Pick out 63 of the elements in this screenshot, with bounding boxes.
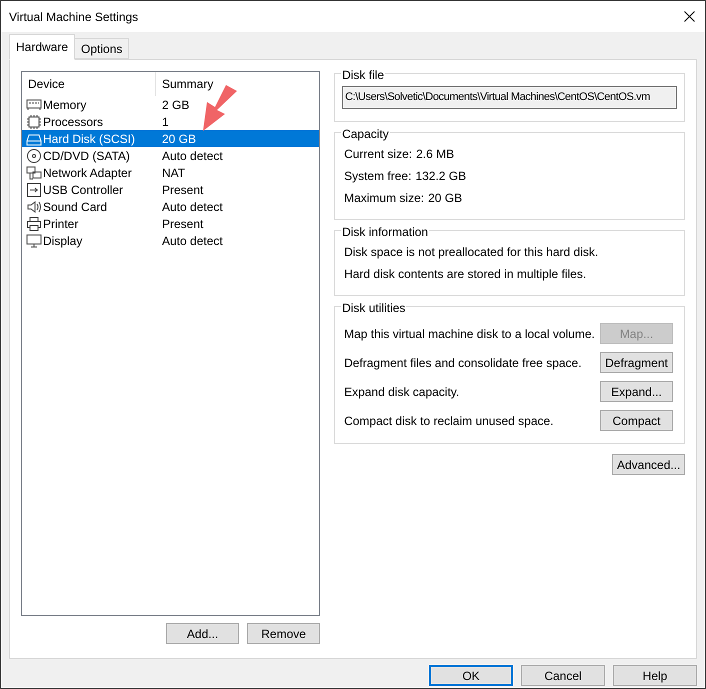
monitor-icon bbox=[26, 232, 42, 248]
device-name: CD/DVD (SATA) bbox=[43, 148, 130, 164]
device-name: Hard Disk (SCSI) bbox=[43, 130, 136, 148]
device-row[interactable]: Printer Present bbox=[22, 215, 320, 232]
memory-icon bbox=[26, 96, 42, 112]
device-name: Memory bbox=[43, 96, 86, 114]
device-summary: Auto detect bbox=[161, 232, 223, 250]
advanced-button[interactable]: Advanced... bbox=[612, 454, 685, 475]
utility-button[interactable]: Compact bbox=[600, 410, 673, 431]
dialog-button[interactable]: OK bbox=[429, 665, 513, 686]
device-name: Sound Card bbox=[43, 198, 108, 216]
window-title: Virtual Machine Settings bbox=[9, 8, 138, 26]
chip-icon bbox=[26, 114, 42, 130]
utility-description: Expand disk capacity. bbox=[343, 384, 460, 400]
column-header[interactable]: Device bbox=[22, 72, 156, 96]
device-name: Processors bbox=[43, 114, 104, 130]
device-summary: Present bbox=[161, 216, 204, 232]
utility-button[interactable]: Defragment bbox=[600, 352, 673, 373]
device-name: USB Controller bbox=[43, 182, 124, 198]
list-button[interactable]: Remove bbox=[247, 623, 320, 644]
utility-button[interactable]: Expand... bbox=[600, 381, 673, 402]
usb-icon bbox=[26, 182, 42, 198]
network-icon bbox=[26, 164, 42, 180]
dialog-button[interactable]: Help bbox=[613, 665, 697, 686]
tab[interactable]: Options bbox=[75, 38, 130, 59]
device-row[interactable]: CD/DVD (SATA) Auto detect bbox=[22, 147, 320, 164]
device-summary: 2 GB bbox=[161, 96, 190, 114]
list-button[interactable]: Add... bbox=[166, 623, 240, 644]
capacity-label: Current size: bbox=[344, 146, 412, 163]
capacity-value: 20 GB bbox=[428, 190, 462, 207]
capacity-value: 132.2 GB bbox=[415, 168, 466, 185]
device-summary: Present bbox=[161, 182, 204, 198]
device-row[interactable]: Network Adapter NAT bbox=[22, 164, 320, 181]
device-row[interactable]: Memory 2 GB bbox=[22, 96, 320, 113]
device-name: Network Adapter bbox=[43, 164, 132, 182]
dialog-button[interactable]: Cancel bbox=[521, 665, 605, 686]
device-summary: 1 bbox=[161, 114, 169, 130]
device-row[interactable]: Sound Card Auto detect bbox=[22, 198, 320, 215]
utility-description: Map this virtual machine disk to a local volume. bbox=[343, 326, 595, 342]
device-summary: NAT bbox=[161, 164, 186, 182]
utility-description: Compact disk to reclaim unused space. bbox=[343, 412, 554, 430]
device-summary: Auto detect bbox=[161, 148, 223, 164]
disc-icon bbox=[26, 148, 42, 164]
close-icon[interactable] bbox=[684, 11, 695, 22]
capacity-label: System free: bbox=[344, 168, 412, 185]
device-row[interactable]: Display Auto detect bbox=[22, 232, 320, 249]
capacity-label: Maximum size: bbox=[344, 190, 424, 207]
utility-description: Defragment files and consolidate free space. bbox=[343, 354, 582, 372]
device-name: Display bbox=[43, 232, 82, 250]
printer-icon bbox=[26, 216, 42, 232]
device-summary: 20 GB bbox=[161, 130, 196, 148]
capacity-value: 2.6 MB bbox=[416, 146, 454, 163]
device-row[interactable]: USB Controller Present bbox=[22, 181, 320, 198]
tab[interactable]: Hardware bbox=[9, 34, 76, 60]
device-row[interactable]: Processors 1 bbox=[22, 113, 320, 130]
device-name: Printer bbox=[43, 216, 78, 232]
device-row[interactable]: Hard Disk (SCSI) 20 GB bbox=[22, 130, 320, 147]
info-text: Disk space is not preallocated for this hard disk. bbox=[343, 244, 600, 261]
column-header[interactable]: Summary bbox=[156, 72, 320, 96]
device-summary: Auto detect bbox=[161, 198, 223, 216]
speaker-icon bbox=[26, 198, 42, 214]
info-text: Hard disk contents are stored in multiple files. bbox=[343, 266, 588, 283]
file-path-field[interactable]: C:\Users\Solvetic\Documents\Virtual Machines\CentOS\CentOS.vm bbox=[342, 86, 677, 109]
